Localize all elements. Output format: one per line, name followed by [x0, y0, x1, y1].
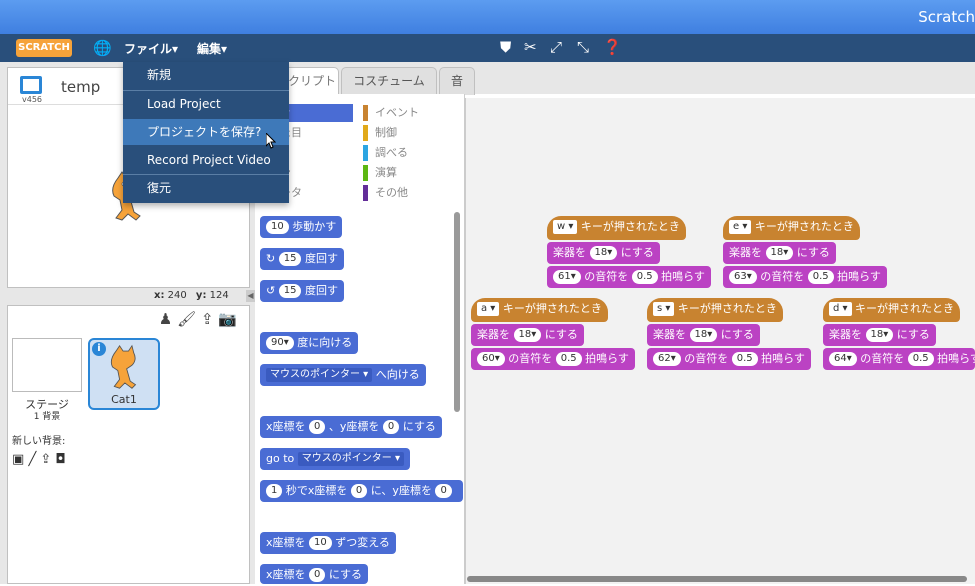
category-sensing[interactable]: 調べる — [363, 144, 459, 162]
hat-key-pressed-w[interactable]: w ▾ キーが押されたとき — [547, 216, 686, 240]
category-control[interactable]: 制御 — [363, 124, 459, 142]
block-point-direction[interactable]: 90▾ 度に向ける — [260, 332, 359, 354]
cat-thumbnail-icon — [110, 344, 137, 389]
block-play-note[interactable]: 64▾ の音符を 0.5 拍鳴らす — [823, 348, 975, 370]
delete-scissors-icon[interactable]: ✂ — [524, 38, 537, 56]
menu-item-new[interactable]: 新規 — [123, 62, 289, 88]
globe-icon[interactable]: 🌐 — [93, 39, 112, 57]
category-operators[interactable]: 演算 — [363, 164, 459, 182]
grow-icon[interactable]: ⤢ — [550, 38, 562, 56]
menu-item-load-project[interactable]: Load Project — [123, 91, 289, 117]
block-set-instrument[interactable]: 楽器を 18▾ にする — [471, 324, 584, 346]
collapse-stage-icon[interactable]: ◀ — [246, 290, 255, 302]
project-name[interactable]: temp — [61, 78, 100, 96]
block-set-instrument[interactable]: 楽器を 18▾ にする — [723, 242, 836, 264]
block-set-x[interactable]: x座標を 0 にする — [260, 564, 369, 584]
block-point-towards[interactable]: マウスのポインター ▾ へ向ける — [260, 364, 426, 386]
tab-sounds[interactable]: 音 — [439, 67, 475, 95]
mouse-coordinates: x: 240 y: 124 — [154, 290, 229, 301]
block-play-note[interactable]: 63▾ の音符を 0.5 拍鳴らす — [723, 266, 887, 288]
block-goto[interactable]: go to マウスのポインター ▾ — [260, 448, 410, 470]
category-more[interactable]: その他 — [363, 184, 459, 202]
version-label: v456 — [22, 95, 43, 104]
scripts-horizontal-scrollbar[interactable] — [467, 576, 967, 582]
help-icon[interactable]: ❓ — [603, 38, 622, 56]
block-play-note[interactable]: 61▾ の音符を 0.5 拍鳴らす — [547, 266, 711, 288]
menu-item-revert[interactable]: 復元 — [123, 175, 289, 201]
hat-key-pressed-a[interactable]: a ▾ キーが押されたとき — [471, 298, 608, 322]
menu-item-record-video[interactable]: Record Project Video — [123, 147, 289, 173]
block-move-steps[interactable]: 10 歩動かす — [260, 216, 343, 238]
menubar: SCRATCH 🌐 ファイル▾ 編集▾ ⛊ ✂ ⤢ ⤡ ❓ — [0, 34, 975, 62]
block-play-note[interactable]: 60▾ の音符を 0.5 拍鳴らす — [471, 348, 635, 370]
tab-costumes[interactable]: コスチューム — [341, 67, 437, 95]
window-title: Scratch — [918, 8, 975, 26]
file-dropdown-menu: 新規 Load Project プロジェクトを保存? Record Projec… — [123, 62, 289, 203]
scripts-area[interactable]: w ▾ キーが押されたとき 楽器を 18▾ にする 61▾ の音符を 0.5 拍… — [465, 98, 975, 584]
block-play-note[interactable]: 62▾ の音符を 0.5 拍鳴らす — [647, 348, 811, 370]
backdrop-paint-icon[interactable]: ╱ — [28, 452, 36, 467]
hat-key-pressed-d[interactable]: d ▾ キーが押されたとき — [823, 298, 961, 322]
hat-key-pressed-e[interactable]: e ▾ キーが押されたとき — [723, 216, 860, 240]
duplicate-stamp-icon[interactable]: ⛊ — [500, 38, 511, 56]
info-icon[interactable]: i — [92, 342, 106, 356]
category-events[interactable]: イベント — [363, 104, 459, 122]
block-set-instrument[interactable]: 楽器を 18▾ にする — [647, 324, 760, 346]
hat-key-pressed-s[interactable]: s ▾ キーが押されたとき — [647, 298, 783, 322]
new-backdrop-label: 新しい背景: — [12, 436, 66, 447]
rotate-right-icon: ↻ — [266, 252, 276, 265]
sprite-thumbnail-cat1[interactable]: i Cat1 — [88, 338, 160, 410]
block-set-instrument[interactable]: 楽器を 18▾ にする — [547, 242, 660, 264]
block-goto-xy[interactable]: x座標を 0 、y座標を 0 にする — [260, 416, 442, 438]
sprites-panel: ♟ 🖌 ⇪ 📷 ステージ 1 背景 新しい背景: ▣ ╱ ⇪ ◘ i Cat1 — [7, 305, 250, 584]
palette-scrollbar[interactable] — [454, 212, 460, 412]
sprite-library-icon[interactable]: ♟ — [159, 310, 172, 328]
camera-icon[interactable]: 📷 — [218, 310, 237, 328]
block-change-x[interactable]: x座標を 10 ずつ変える — [260, 532, 396, 554]
paint-brush-icon[interactable]: 🖌 — [177, 310, 196, 328]
backdrop-upload-icon[interactable]: ⇪ — [40, 452, 51, 467]
scratch-logo[interactable]: SCRATCH — [16, 39, 72, 57]
mouse-cursor-icon — [266, 133, 276, 149]
edit-menu[interactable]: 編集▾ — [197, 40, 227, 57]
rotate-left-icon: ↺ — [266, 284, 276, 297]
new-sprite-tools: ♟ 🖌 ⇪ 📷 — [159, 310, 237, 328]
backdrop-library-icon[interactable]: ▣ — [12, 452, 24, 467]
editor-tabs: スクリプト コスチューム 音 — [255, 62, 975, 95]
new-backdrop-tools: ▣ ╱ ⇪ ◘ — [12, 452, 66, 467]
block-turn-right[interactable]: ↻ 15 度回す — [260, 248, 344, 270]
fullscreen-icon[interactable] — [20, 76, 42, 94]
block-set-instrument[interactable]: 楽器を 18▾ にする — [823, 324, 936, 346]
shrink-icon[interactable]: ⤡ — [577, 38, 589, 56]
stage-backdrop-count: 1 背景 — [33, 412, 61, 422]
stage-thumbnail[interactable] — [12, 338, 82, 392]
menu-item-save-project[interactable]: プロジェクトを保存? — [123, 119, 289, 145]
block-glide[interactable]: 1 秒でx座標を 0 に、y座標を 0 — [260, 480, 463, 502]
window-titlebar: Scratch — [0, 0, 975, 34]
file-menu[interactable]: ファイル▾ — [124, 40, 178, 57]
upload-sprite-icon[interactable]: ⇪ — [201, 310, 214, 328]
block-turn-left[interactable]: ↺ 15 度回す — [260, 280, 344, 302]
backdrop-camera-icon[interactable]: ◘ — [55, 452, 65, 467]
sprite-name: Cat1 — [111, 393, 137, 406]
